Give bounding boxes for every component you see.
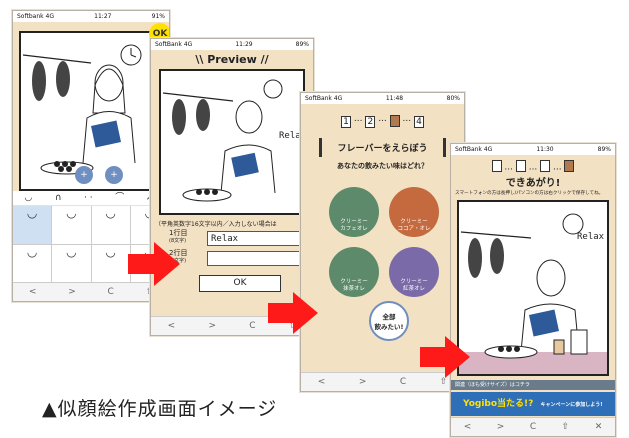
input-note: （平角英数字16文字以内／入力しない場合は [155,221,277,228]
part-option[interactable]: ◡ [52,206,91,244]
tool-tabs: ◡ ∩ · · ⌒ ᨓ [13,191,169,205]
step-cup-icon [564,160,575,172]
tool-tab-mouth[interactable]: ◡ [24,191,32,205]
arrow-2-icon [268,292,318,334]
step-cup-icon [515,160,526,172]
reload-icon[interactable]: C [249,321,255,331]
tool-tab-eyes[interactable]: · · [84,191,93,205]
line1-input[interactable]: Relax [207,231,307,246]
time-label: 11:30 [536,146,554,153]
back-icon[interactable]: < [29,287,37,297]
part-option[interactable]: ◡ [13,244,52,282]
tool-tab-brows[interactable]: ⌒ [115,191,124,205]
line2-input[interactable] [207,251,307,266]
done-title: できあがり! [505,178,561,189]
carrier-label: Softbank 4G [17,13,54,20]
browser-toolbar: < > C ⇧ ✕ [451,417,615,436]
flavor-heading: フレーバーをえらぼう [319,138,446,157]
save-note: スマートフォンの方は長押し/パソコンの方は右クリックで保存してね。 [455,191,604,196]
yogibo-banner[interactable]: Yogibo当たる!? キャンペーンに参加しよう! [451,392,615,416]
part-option[interactable]: ◡ [91,206,130,244]
back-icon[interactable]: < [168,321,176,331]
portrait-illustration [22,44,142,175]
preview-canvas: Relax [159,69,306,215]
time-label: 11:48 [385,95,404,102]
result-image: Relax [457,200,609,376]
flavor-question: あなたの飲みたい味はどれ？ [337,162,428,170]
carrier-label: SoftBank 4G [305,95,343,102]
flavor-matcha-au-lait[interactable]: クリーミー 抹茶オレ [329,247,379,297]
tool-tab-hair[interactable]: ∩ [55,191,62,205]
step-4: 4 [413,115,424,128]
back-icon[interactable]: < [464,422,472,432]
status-bar: Softbank 4G 11:27 91% [13,11,169,22]
reload-icon[interactable]: C [530,422,536,432]
step-cup-icon [491,160,502,172]
flavor-cocoa-au-lait[interactable]: クリーミー ココア・オレ [389,187,439,237]
step-indicator: 1 ··· 2 ··· ··· 4 [301,115,464,128]
forward-icon[interactable]: > [208,321,216,331]
flavor-tea-au-lait[interactable]: クリーミー 紅茶オレ [389,247,439,297]
add-right-button[interactable]: + [105,166,123,184]
time-label: 11:27 [94,13,112,20]
forward-icon[interactable]: > [497,422,505,432]
flavor-cafe-au-lait[interactable]: クリーミー カフェオレ [329,187,379,237]
battery-label: 80% [446,95,460,102]
close-icon[interactable]: ✕ [595,422,603,432]
preview-title: \\ Preview // [195,53,269,66]
status-bar: SoftBank 4G 11:48 80% [301,93,464,104]
back-icon[interactable]: < [318,377,326,387]
caption: ▲似顔絵作成画面イメージ [42,398,278,420]
reload-icon[interactable]: C [108,287,114,297]
battery-label: 89% [295,41,309,48]
screen-complete: SoftBank 4G 11:30 89% ··· ··· ··· できあがり!… [450,143,616,437]
ad-strip[interactable]: 関連（ほも受けサイズ）はコチラ [451,380,615,390]
all-flavors-button[interactable]: 全部 飲みたい! [369,301,409,341]
battery-label: 91% [151,13,165,20]
step-2: 2 [365,115,376,128]
step-indicator: ··· ··· ··· [451,160,615,175]
forward-icon[interactable]: > [359,377,367,387]
status-bar: SoftBank 4G 11:30 89% [451,144,615,155]
arrow-1-icon [128,242,180,286]
arrow-3-icon [420,336,470,378]
add-left-button[interactable]: + [75,166,93,184]
time-label: 11:29 [235,41,253,48]
reload-icon[interactable]: C [400,377,406,387]
step-cup-icon [540,160,551,172]
part-option[interactable]: ◡ [13,206,52,244]
forward-icon[interactable]: > [68,287,76,297]
part-option[interactable]: ◡ [91,244,130,282]
portrait-illustration [162,79,283,202]
share-icon[interactable]: ⇧ [440,377,448,387]
battery-label: 89% [597,146,611,153]
portrait-illustration [459,213,607,374]
carrier-label: SoftBank 4G [455,146,493,153]
status-bar: SoftBank 4G 11:29 89% [151,39,313,50]
part-option[interactable]: ◡ [52,244,91,282]
relax-text: Relax [577,232,605,242]
step-3-cup-icon [389,115,400,127]
carrier-label: SoftBank 4G [155,41,193,48]
ok-button[interactable]: OK [199,275,281,292]
portrait-canvas[interactable] [19,31,163,191]
share-icon[interactable]: ⇧ [562,422,570,432]
step-1: 1 [341,115,352,128]
